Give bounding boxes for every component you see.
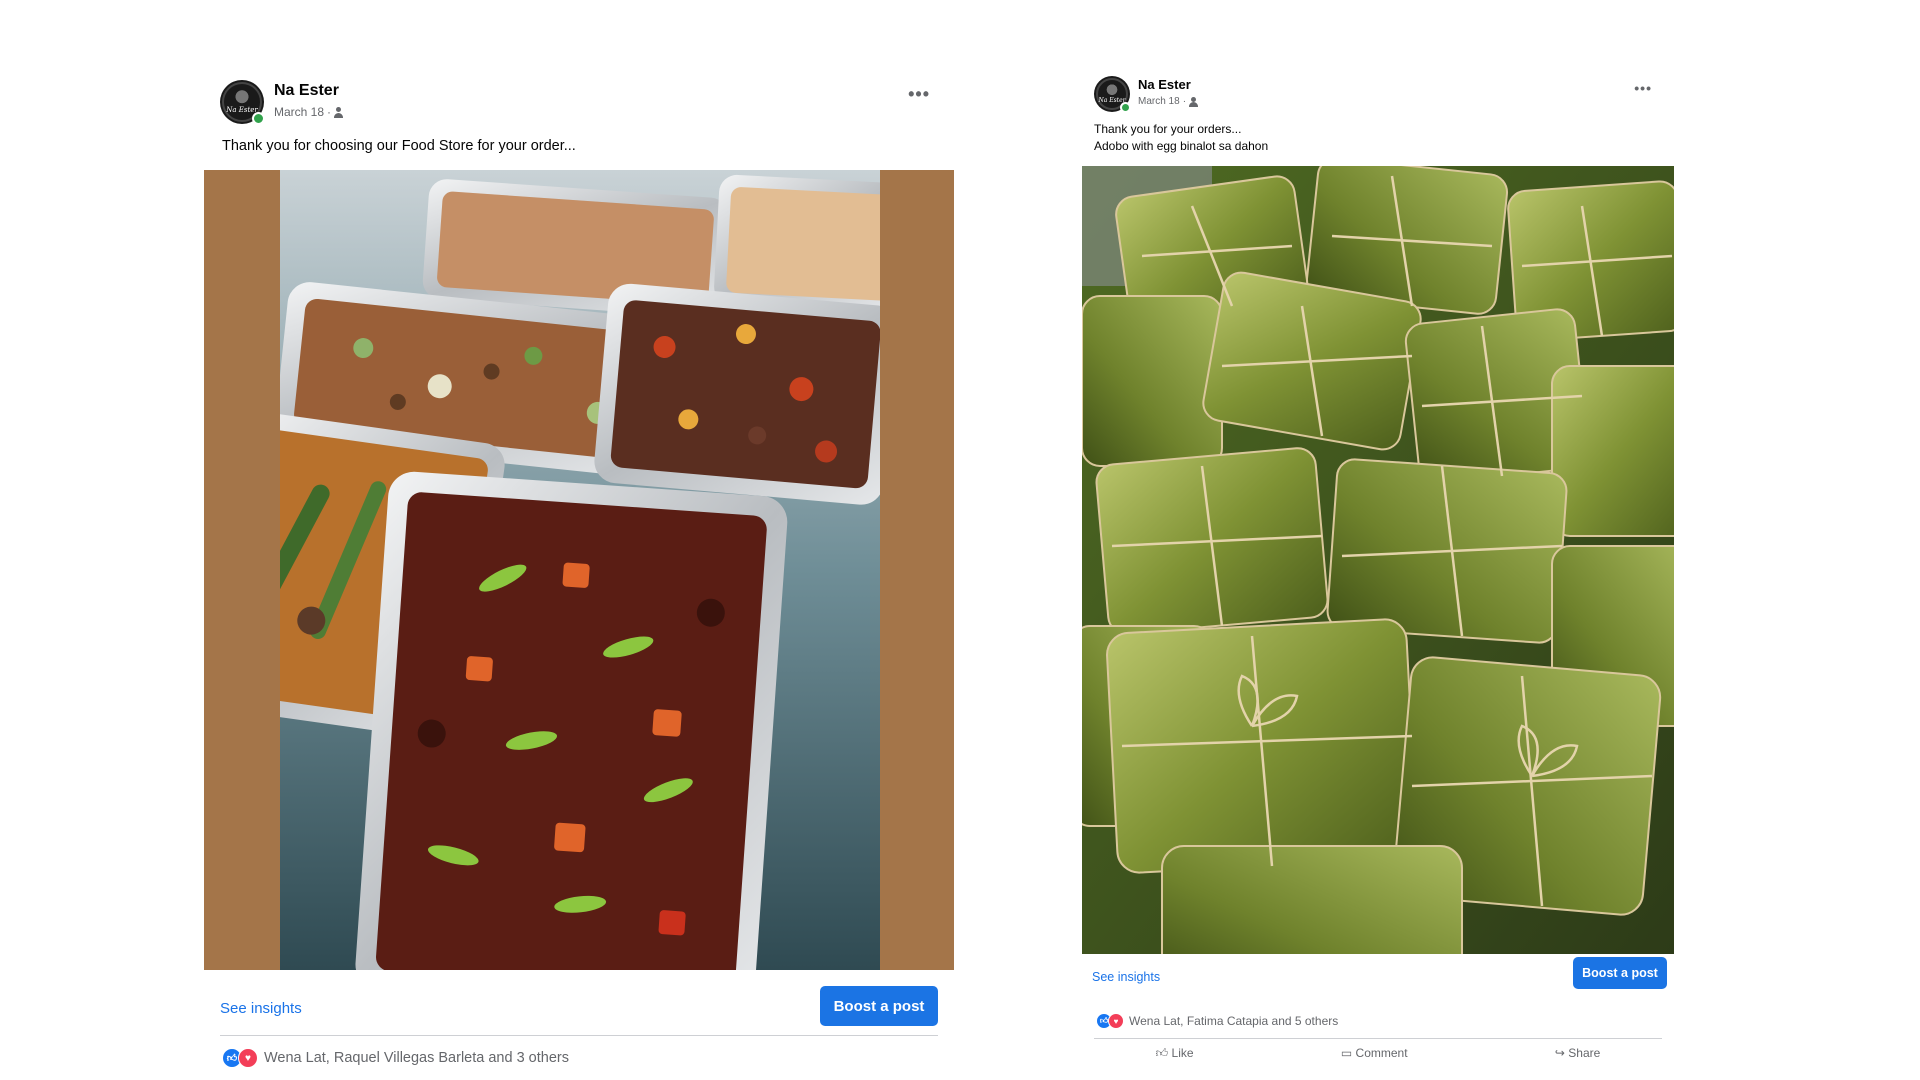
divider [1094, 1038, 1662, 1039]
like-action-button[interactable]: 👍︎ Like [1156, 1046, 1194, 1058]
author-name[interactable]: Na Ester [1138, 77, 1191, 92]
see-insights-link[interactable]: See insights [1092, 970, 1160, 984]
banana-leaf-parcels-image [1082, 166, 1674, 954]
food-trays-photo[interactable] [204, 170, 954, 970]
post-caption: Thank you for your orders... Adobo with … [1094, 121, 1268, 155]
reactions-text: Wena Lat, Raquel Villegas Barleta and 3 … [264, 1050, 569, 1066]
more-options-icon[interactable]: ••• [908, 84, 930, 105]
author-name[interactable]: Na Ester [274, 82, 339, 100]
post-actions-bar: 👍︎ Like ▭ Comment ↪ Share [1082, 1046, 1674, 1058]
love-reaction-icon: ♥ [1108, 1013, 1124, 1029]
caption-line: Thank you for your orders... [1094, 122, 1242, 136]
caption-line: Adobo with egg binalot sa dahon [1094, 139, 1269, 153]
post-date[interactable]: March 18 [1138, 96, 1180, 107]
post-card: Na Ester Na Ester March 18 · ••• Thank y… [204, 68, 954, 1080]
share-action-button[interactable]: ↪ Share [1555, 1046, 1600, 1058]
post-card: Na Ester Na Ester March 18 · ••• Thank y… [1082, 68, 1674, 1058]
post-caption: Thank you for choosing our Food Store fo… [222, 138, 576, 154]
food-trays-image [280, 170, 880, 970]
reactions-text: Wena Lat, Fatima Catapia and 5 others [1129, 1014, 1339, 1028]
love-reaction-icon: ♥ [238, 1048, 258, 1068]
divider [220, 1035, 938, 1036]
people-icon [1189, 96, 1199, 107]
online-status-dot [1120, 102, 1131, 113]
more-options-icon[interactable]: ••• [1634, 80, 1652, 96]
comment-action-button[interactable]: ▭ Comment [1341, 1046, 1408, 1058]
boost-post-button[interactable]: Boost a post [1573, 957, 1667, 989]
see-insights-link[interactable]: See insights [220, 1000, 302, 1017]
banana-leaf-parcels-photo[interactable] [1082, 166, 1674, 954]
post-meta: March 18 · [1138, 96, 1199, 107]
boost-post-button[interactable]: Boost a post [820, 986, 938, 1026]
post-date[interactable]: March 18 [274, 105, 324, 119]
caption-line: Thank you for choosing our Food Store fo… [222, 138, 576, 154]
reactions-summary[interactable]: 👍︎ ♥ Wena Lat, Fatima Catapia and 5 othe… [1096, 1013, 1338, 1029]
post-meta: March 18 · [274, 105, 344, 119]
reactions-summary[interactable]: 👍︎ ♥ Wena Lat, Raquel Villegas Barleta a… [222, 1048, 569, 1068]
online-status-dot [252, 112, 265, 125]
people-icon [334, 106, 344, 118]
